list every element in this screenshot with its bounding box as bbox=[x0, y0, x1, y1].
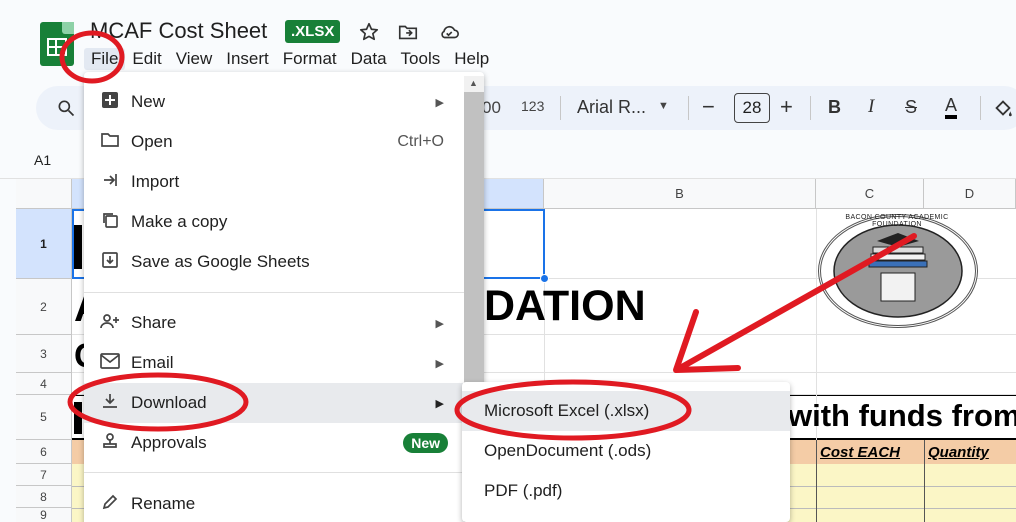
toolbar-divider bbox=[810, 96, 811, 120]
col-line bbox=[924, 440, 925, 522]
file-menu-approvals[interactable]: Approvals New bbox=[84, 423, 464, 463]
folder-icon bbox=[100, 131, 120, 154]
row-header-7[interactable]: 7 bbox=[16, 464, 72, 486]
column-header-d[interactable]: D bbox=[924, 179, 1016, 209]
menu-tools[interactable]: Tools bbox=[394, 48, 448, 70]
file-menu-new[interactable]: New ▶ bbox=[84, 82, 464, 122]
move-folder-icon[interactable] bbox=[396, 20, 420, 44]
file-menu-import[interactable]: Import bbox=[84, 162, 464, 202]
foundation-seal-image bbox=[818, 214, 978, 328]
menu-edit[interactable]: Edit bbox=[125, 48, 168, 70]
file-menu-share[interactable]: Share ▶ bbox=[84, 303, 464, 343]
column-header-c[interactable]: C bbox=[816, 179, 924, 209]
file-menu-open[interactable]: Open Ctrl+O bbox=[84, 122, 464, 162]
copy-icon bbox=[100, 211, 120, 234]
menu-item-label: Download bbox=[131, 393, 207, 412]
menu-item-label: Email bbox=[131, 353, 174, 372]
import-icon bbox=[100, 171, 120, 194]
toolbar-divider bbox=[560, 96, 561, 120]
row-header-5[interactable]: 5 bbox=[16, 395, 72, 440]
row-header-4[interactable]: 4 bbox=[16, 373, 72, 395]
shortcut-text: Ctrl+O bbox=[397, 133, 444, 150]
name-box[interactable]: A1 bbox=[34, 152, 51, 168]
menu-item-label: Open bbox=[131, 132, 173, 151]
email-icon bbox=[100, 352, 120, 374]
menu-item-label: Approvals bbox=[131, 433, 207, 452]
cloud-saved-icon[interactable] bbox=[437, 20, 461, 44]
menu-item-label: Make a copy bbox=[131, 212, 228, 231]
menu-help[interactable]: Help bbox=[447, 48, 496, 70]
col-line bbox=[816, 440, 817, 522]
font-family-select[interactable]: Arial R... bbox=[577, 97, 646, 118]
row-header-6[interactable]: 6 bbox=[16, 440, 72, 464]
cell-a1-text-fragment bbox=[74, 225, 82, 269]
file-menu-rename[interactable]: Rename bbox=[84, 484, 464, 522]
share-icon bbox=[100, 312, 120, 335]
download-pdf-option[interactable]: PDF (.pdf) bbox=[462, 471, 790, 511]
decimal-increase-button[interactable]: 00 bbox=[482, 98, 501, 118]
plus-box-icon bbox=[100, 91, 120, 114]
seal-text: BACON COUNTY ACADEMIC FOUNDATION bbox=[845, 214, 949, 228]
file-menu-download[interactable]: Download ▶ bbox=[84, 383, 464, 423]
italic-button[interactable]: I bbox=[868, 96, 874, 118]
menu-divider bbox=[84, 292, 464, 293]
submenu-arrow-icon: ▶ bbox=[435, 357, 444, 370]
font-size-input[interactable]: 28 bbox=[734, 93, 770, 123]
font-dropdown-icon[interactable]: ▼ bbox=[658, 100, 669, 112]
new-badge: New bbox=[403, 433, 448, 453]
menu-item-label: New bbox=[131, 92, 166, 111]
text-color-button[interactable]: A bbox=[945, 95, 958, 119]
menu-format[interactable]: Format bbox=[276, 48, 344, 70]
scroll-up-arrow-icon[interactable]: ▲ bbox=[469, 78, 478, 88]
search-menus-icon[interactable] bbox=[56, 98, 76, 123]
strikethrough-button[interactable]: S bbox=[905, 97, 917, 118]
menu-file[interactable]: File bbox=[84, 48, 126, 70]
star-icon[interactable] bbox=[357, 20, 381, 44]
save-sheets-icon bbox=[100, 251, 120, 274]
menu-divider bbox=[84, 472, 464, 473]
font-size-increase-button[interactable]: + bbox=[780, 94, 793, 120]
submenu-arrow-icon: ▶ bbox=[435, 96, 444, 109]
menu-insert[interactable]: Insert bbox=[219, 48, 276, 70]
file-format-badge: .XLSX bbox=[285, 20, 341, 43]
menu-data[interactable]: Data bbox=[344, 48, 394, 70]
row-header-3[interactable]: 3 bbox=[16, 335, 72, 373]
submenu-arrow-icon: ▶ bbox=[435, 397, 444, 410]
row-header-8[interactable]: 8 bbox=[16, 486, 72, 508]
fill-color-icon[interactable] bbox=[992, 97, 1014, 124]
file-menu-email[interactable]: Email ▶ bbox=[84, 343, 464, 383]
bold-button[interactable]: B bbox=[828, 97, 841, 118]
submenu-arrow-icon: ▶ bbox=[435, 317, 444, 330]
menu-item-label: Import bbox=[131, 172, 180, 191]
cell-b2-text: DATION bbox=[484, 282, 646, 330]
download-icon bbox=[100, 392, 120, 415]
cell-row5-title: with funds from bbox=[788, 398, 1016, 433]
column-header-b[interactable]: B bbox=[544, 179, 816, 209]
menu-item-label: Rename bbox=[131, 494, 196, 513]
toolbar-divider bbox=[688, 96, 689, 120]
menu-item-label: Save as Google Sheets bbox=[131, 252, 310, 271]
download-xlsx-option[interactable]: Microsoft Excel (.xlsx) bbox=[462, 391, 790, 431]
font-size-decrease-button[interactable]: − bbox=[702, 94, 715, 120]
document-title[interactable]: MCAF Cost Sheet bbox=[90, 18, 267, 44]
file-menu-save-as-sheets[interactable]: Save as Google Sheets bbox=[84, 242, 464, 282]
sheets-logo[interactable] bbox=[40, 22, 74, 66]
row-header-2[interactable]: 2 bbox=[16, 279, 72, 335]
row-header-1[interactable]: 1 bbox=[16, 209, 72, 279]
file-menu-make-copy[interactable]: Make a copy bbox=[84, 202, 464, 242]
cost-each-header: Cost EACH bbox=[820, 444, 901, 461]
row-header-9[interactable]: 9 bbox=[16, 508, 72, 522]
quantity-header: Quantity bbox=[928, 444, 989, 461]
download-ods-option[interactable]: OpenDocument (.ods) bbox=[462, 431, 790, 471]
menu-bar: File Edit View Insert Format Data Tools … bbox=[84, 48, 496, 70]
cell-a5-text-fragment bbox=[74, 402, 82, 434]
number-format-button[interactable]: 123 bbox=[521, 98, 544, 114]
approvals-icon bbox=[100, 432, 120, 455]
toolbar-divider bbox=[980, 96, 981, 120]
menu-item-label: Share bbox=[131, 313, 177, 332]
menu-view[interactable]: View bbox=[169, 48, 220, 70]
pencil-icon bbox=[100, 493, 120, 516]
sheets-window: MCAF Cost Sheet .XLSX File Edit View Ins… bbox=[0, 0, 1016, 522]
select-all-corner[interactable] bbox=[16, 179, 72, 209]
